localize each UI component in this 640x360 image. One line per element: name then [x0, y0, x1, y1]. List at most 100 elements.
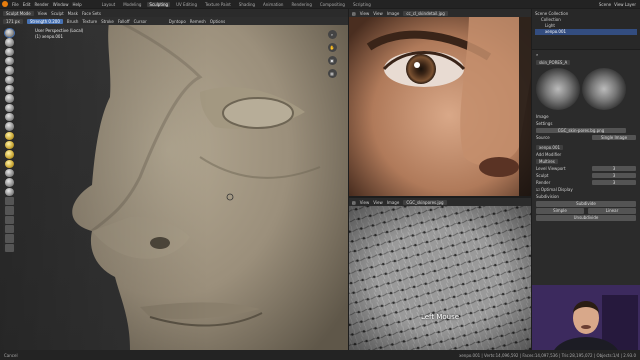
- clay-brush-icon[interactable]: [5, 47, 14, 56]
- strength-value: 0.200: [48, 18, 60, 24]
- view-layer-label[interactable]: View Layer: [614, 2, 636, 7]
- search-icon[interactable]: ⌕: [536, 52, 538, 57]
- texture-name-field[interactable]: skin_PORES_A: [536, 60, 571, 65]
- menu-file[interactable]: File: [12, 2, 19, 7]
- mask-brush-icon[interactable]: [5, 187, 14, 196]
- skin-pores-texture[interactable]: [349, 206, 531, 350]
- camera-icon[interactable]: ▣: [327, 56, 337, 65]
- menu-sculpt[interactable]: Sculpt: [51, 11, 64, 16]
- menu-mask[interactable]: Mask: [68, 11, 78, 16]
- tab-uv-editing[interactable]: UV Editing: [174, 2, 199, 7]
- mode-selector[interactable]: Sculpt Mode: [3, 10, 34, 16]
- render-level-field[interactable]: 3: [592, 180, 636, 185]
- menu-edit[interactable]: Edit: [23, 2, 31, 7]
- pan-hand-icon[interactable]: ✋: [327, 43, 337, 52]
- object-name-field[interactable]: xenpo.001: [536, 145, 564, 150]
- image-file-field[interactable]: CGC_skin-pores.bg.png: [536, 128, 626, 133]
- subdivide-button[interactable]: Subdivide: [536, 200, 636, 207]
- tab-sculpting[interactable]: Sculpting: [147, 1, 171, 7]
- source-dropdown[interactable]: Single Image: [592, 135, 636, 140]
- scale-icon[interactable]: [5, 243, 14, 252]
- inflate-brush-icon[interactable]: [5, 84, 14, 94]
- optimal-display-label: Optimal Display: [540, 187, 573, 192]
- menu-image-top[interactable]: Image: [387, 11, 400, 16]
- presenter-webcam: [532, 285, 640, 350]
- crease-brush-icon[interactable]: [5, 103, 14, 112]
- box-hide-icon[interactable]: [5, 206, 14, 215]
- dyntopo-menu[interactable]: Dyntopo: [169, 19, 186, 24]
- tab-shading[interactable]: Shading: [237, 2, 257, 7]
- options-menu[interactable]: Options: [210, 19, 225, 24]
- draw-sharp-brush-icon[interactable]: [5, 38, 14, 47]
- tool-settings-bar: 171 px Strength 0.200 Brush Texture Stro…: [0, 17, 348, 25]
- brush-menu[interactable]: Brush: [67, 19, 79, 24]
- zoom-icon[interactable]: ⌕: [327, 30, 337, 39]
- rotate-icon[interactable]: [5, 234, 14, 243]
- blob-brush-icon[interactable]: [5, 94, 14, 103]
- pinch-brush-icon[interactable]: [5, 159, 14, 168]
- snake-hook-brush-icon[interactable]: [5, 178, 14, 187]
- mesh-filter-icon[interactable]: [5, 215, 14, 224]
- image-section-label[interactable]: Image: [536, 114, 549, 119]
- move-icon[interactable]: [5, 224, 14, 234]
- sculpt-level-field[interactable]: 3: [592, 173, 636, 178]
- menu-render[interactable]: Render: [34, 2, 48, 7]
- linear-button[interactable]: Linear: [588, 207, 636, 214]
- multiplane-scrape-brush-icon[interactable]: [5, 150, 14, 159]
- editor-type-icon[interactable]: ▧: [352, 11, 356, 16]
- optimal-display-checkbox[interactable]: ☑ Optimal Display: [536, 187, 573, 192]
- layer-brush-icon[interactable]: [5, 75, 14, 84]
- subdivision-section-label[interactable]: Subdivision: [536, 194, 559, 199]
- cursor-menu[interactable]: Cursor: [134, 19, 147, 24]
- menu-image-bottom[interactable]: Image: [387, 200, 400, 205]
- texture-preview: [536, 68, 636, 110]
- menu-face-sets[interactable]: Face Sets: [82, 11, 101, 16]
- tab-scripting[interactable]: Scripting: [351, 2, 373, 7]
- menu-help[interactable]: Help: [72, 2, 81, 7]
- tab-rendering[interactable]: Rendering: [289, 2, 313, 7]
- tab-compositing[interactable]: Compositing: [318, 2, 347, 7]
- tab-modeling[interactable]: Modeling: [121, 2, 143, 7]
- menu-view-bottom[interactable]: View: [360, 200, 370, 205]
- unsubdivide-button[interactable]: Unsubdivide: [536, 214, 636, 221]
- strength-field[interactable]: Strength 0.200: [26, 18, 63, 24]
- add-modifier-button[interactable]: Add Modifier: [536, 152, 561, 157]
- menu-view2-top[interactable]: View: [373, 11, 383, 16]
- box-mask-icon[interactable]: [5, 196, 14, 206]
- falloff-menu[interactable]: Falloff: [118, 19, 130, 24]
- perspective-grid-icon[interactable]: ▦: [327, 69, 337, 78]
- draw-brush-icon[interactable]: [5, 29, 14, 38]
- image-name-bottom[interactable]: CGC_skinpores.jpg: [403, 199, 447, 205]
- outliner-item-active[interactable]: xenpo.001: [535, 29, 637, 35]
- levels-viewport-field[interactable]: 3: [592, 166, 636, 171]
- clay-thumb-brush-icon[interactable]: [5, 66, 14, 75]
- strength-label: Strength: [29, 18, 48, 24]
- clay-strips-brush-icon[interactable]: [5, 56, 14, 66]
- simple-button[interactable]: Simple: [536, 207, 584, 214]
- scrape-brush-icon[interactable]: [5, 140, 14, 150]
- menu-view2-bottom[interactable]: View: [373, 200, 383, 205]
- stroke-menu[interactable]: Stroke: [101, 19, 114, 24]
- top-menu-bar: File Edit Render Window Help Layout Mode…: [0, 0, 640, 8]
- editor-type-icon-bottom[interactable]: ▧: [352, 200, 356, 205]
- settings-section-label[interactable]: Settings: [536, 121, 552, 126]
- fill-brush-icon[interactable]: [5, 131, 14, 140]
- grab-brush-icon[interactable]: [5, 168, 14, 178]
- menu-view-top[interactable]: View: [360, 11, 370, 16]
- radius-field[interactable]: 171 px: [3, 18, 23, 24]
- tab-animation[interactable]: Animation: [261, 2, 285, 7]
- tab-layout[interactable]: Layout: [100, 2, 118, 7]
- menu-window[interactable]: Window: [53, 2, 69, 7]
- flatten-brush-icon[interactable]: [5, 122, 14, 131]
- sculpt-head-mesh[interactable]: [0, 17, 348, 350]
- scene-label[interactable]: Scene: [599, 2, 611, 7]
- image-name-top[interactable]: cc_cl_skindetail.jpg: [403, 10, 448, 16]
- menu-view[interactable]: View: [38, 11, 48, 16]
- reference-photo-face[interactable]: [349, 17, 531, 196]
- modifier-name-field[interactable]: Multires: [536, 159, 558, 164]
- tab-texture-paint[interactable]: Texture Paint: [203, 2, 233, 7]
- blender-logo-icon[interactable]: [2, 1, 8, 7]
- smooth-brush-icon[interactable]: [5, 112, 14, 122]
- remesh-menu[interactable]: Remesh: [190, 19, 206, 24]
- texture-menu[interactable]: Texture: [82, 19, 97, 24]
